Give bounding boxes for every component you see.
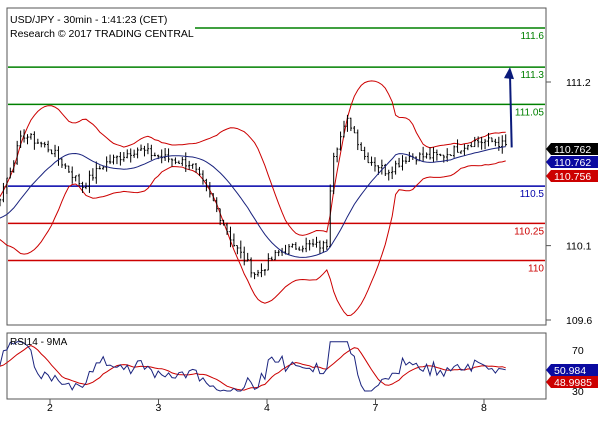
- price-panel-frame: [6, 7, 547, 326]
- x-tick-label-4: 7: [373, 402, 379, 414]
- rsi-value-tag-1-text: 50.984: [554, 365, 586, 377]
- y-tick-label-1: 111.2: [566, 77, 591, 89]
- price-tag-2-text: 110.762: [554, 157, 591, 169]
- price-chart: 111.6 111.3 111.05 110.5 110.25 110 111.2 110.…: [0, 7, 598, 414]
- rsi-y-tick-label-1: 70: [572, 345, 584, 357]
- level-label-5: 110.25: [514, 226, 544, 237]
- x-tick-label-2: 3: [156, 402, 162, 414]
- level-label-1: 111.6: [520, 31, 544, 42]
- x-tick-label-5: 8: [481, 402, 487, 414]
- x-tick-label-3: 4: [264, 402, 270, 414]
- rsi-panel-title: RSI14 - 9MA: [10, 337, 68, 348]
- rsi-value-tag-2-text: 48.9985: [554, 377, 592, 389]
- chart-title: USD/JPY - 30min - 1:41:23 (CET): [10, 14, 167, 26]
- price-tag-3-text: 110.756: [554, 171, 591, 183]
- level-label-3: 111.05: [515, 107, 545, 118]
- level-label-6: 110: [528, 264, 544, 275]
- price-tag-1-text: 110.762: [554, 144, 591, 156]
- level-label-2: 111.3: [520, 70, 544, 81]
- x-tick-label-1: 2: [47, 402, 53, 414]
- rsi-panel-frame: [6, 332, 547, 400]
- level-label-4: 110.5: [520, 189, 545, 200]
- y-tick-label-2: 110.1: [566, 241, 592, 253]
- chart-subtitle: Research © 2017 TRADING CENTRAL: [10, 28, 194, 40]
- y-tick-label-3: 109.6: [566, 315, 592, 327]
